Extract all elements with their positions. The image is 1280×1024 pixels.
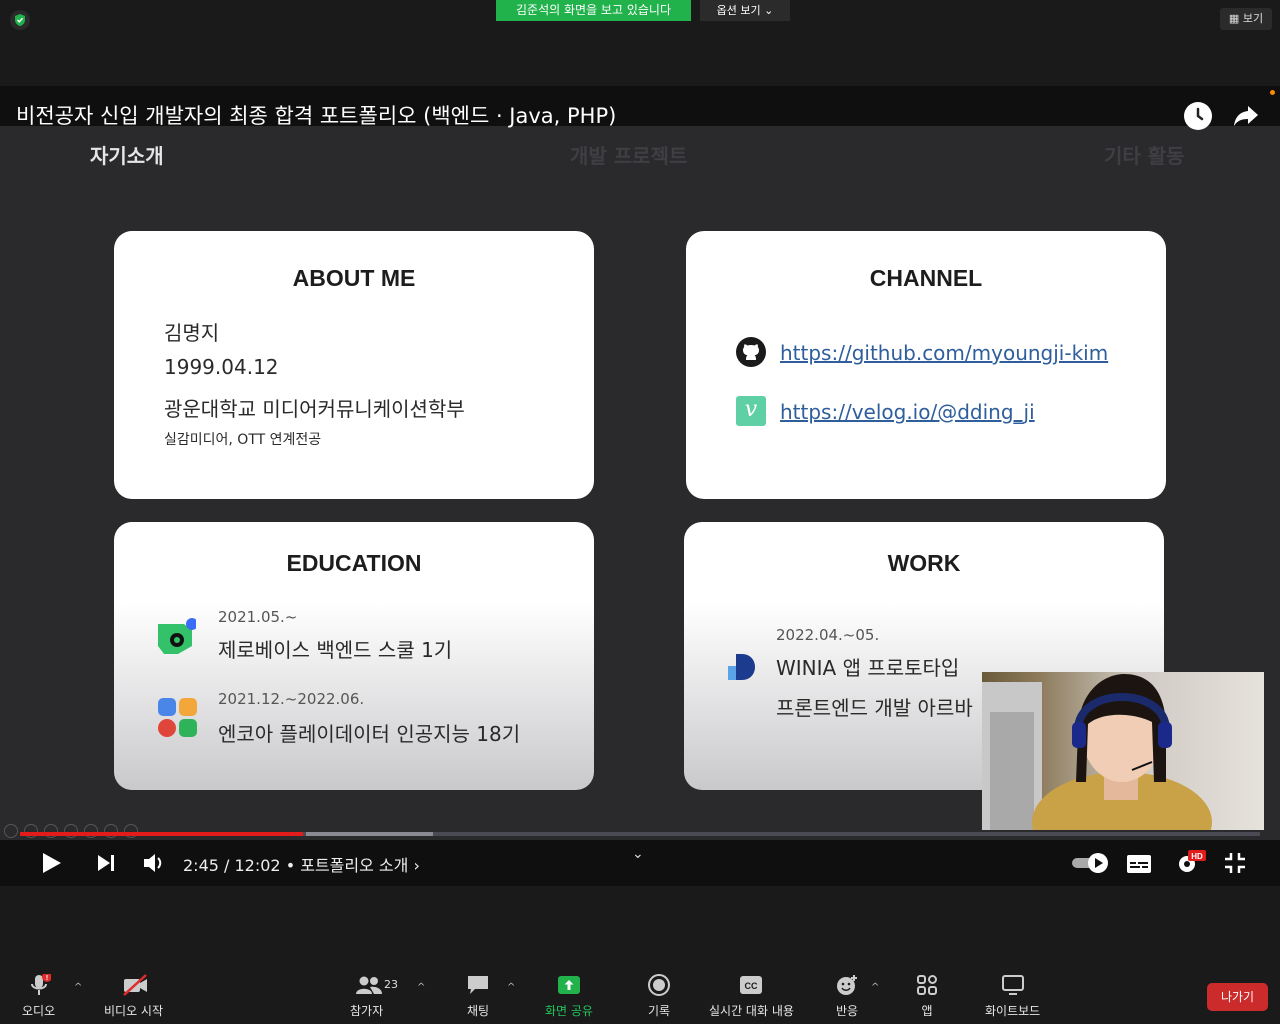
shield-icon[interactable] <box>10 10 30 30</box>
participants-icon <box>355 974 382 996</box>
player-controls: 2:45 / 12:02 • 포트폴리오 소개 › ⌄ HD <box>0 840 1280 886</box>
chevron-down-icon: ⌄ <box>764 4 774 17</box>
share-screen-label: 화면 공유 <box>545 1004 593 1018</box>
slide-tab-intro: 자기소개 <box>90 144 164 168</box>
about-birth: 1999.04.12 <box>164 355 279 379</box>
play-icon[interactable] <box>40 852 62 878</box>
chat-button[interactable]: 채팅 <box>466 974 490 1019</box>
education-title: EDUCATION <box>286 550 422 576</box>
github-link[interactable]: https://github.com/myoungji-kim <box>780 341 1108 365</box>
svg-text:CC: CC <box>745 981 758 991</box>
winia-logo-icon <box>726 652 756 682</box>
audio-label: 오디오 <box>22 1004 56 1018</box>
next-icon[interactable] <box>96 853 116 877</box>
education-card: EDUCATION 2021.05.~ 제로베이스 백엔드 스쿨 1기 2021… <box>114 522 594 790</box>
work-date: 2022.04.~05. <box>776 626 880 644</box>
video-off-icon <box>122 974 147 996</box>
share-screen-button[interactable]: 화면 공유 <box>545 974 593 1019</box>
velog-icon: v <box>736 396 766 426</box>
exit-fullscreen-icon[interactable] <box>1224 852 1246 878</box>
slide-tab-etc: 기타 활동 <box>1104 144 1185 168</box>
channel-title: CHANNEL <box>869 265 983 291</box>
education-date-1: 2021.05.~ <box>218 608 298 626</box>
about-name: 김명지 <box>164 321 220 345</box>
view-button-label: 보기 <box>1242 12 1264 25</box>
record-label: 기록 <box>647 1004 671 1018</box>
velog-link[interactable]: https://velog.io/@dding_ji <box>780 400 1035 424</box>
time-value: 2:45 / 12:02 <box>183 856 281 875</box>
github-icon <box>736 337 766 367</box>
share-screen-icon <box>557 974 581 996</box>
audio-caret-icon[interactable]: ^ <box>74 982 82 993</box>
whiteboard-icon <box>1001 974 1025 996</box>
svg-text:HD: HD <box>1191 852 1203 861</box>
education-name-2: 엔코아 플레이데이터 인공지능 18기 <box>218 722 521 746</box>
channel-card: CHANNEL https://github.com/myoungji-kim … <box>686 231 1166 499</box>
live-transcript-button[interactable]: CC 실시간 대화 내용 <box>709 974 794 1019</box>
volume-icon[interactable] <box>142 852 166 878</box>
record-icon <box>647 974 671 996</box>
participants-count: 23 <box>384 978 398 991</box>
share-icon[interactable] <box>1232 104 1260 128</box>
chapter-link[interactable]: • 포트폴리오 소개 › <box>286 856 420 875</box>
slide-tab-projects: 개발 프로젝트 <box>570 144 688 168</box>
view-button[interactable]: ▦ 보기 <box>1220 8 1272 30</box>
chat-caret-icon[interactable]: ^ <box>507 982 515 993</box>
apps-icon <box>915 974 939 996</box>
reaction-caret-icon[interactable]: ^ <box>871 982 879 993</box>
zoom-toolbar: ! 오디오 ^ 비디오 시작 참가자 23 ^ 채팅 ^ 화면 공유 기록 CC… <box>0 886 1280 1024</box>
webcam-overlay <box>982 672 1264 830</box>
participants-caret-icon[interactable]: ^ <box>417 982 425 993</box>
live-transcript-label: 실시간 대화 내용 <box>709 1004 794 1018</box>
start-video-button[interactable]: 비디오 시작 <box>104 974 163 1019</box>
zerobase-logo-icon <box>158 618 198 656</box>
education-name-1: 제로베이스 백엔드 스쿨 1기 <box>218 638 453 662</box>
notification-dot <box>1270 90 1275 95</box>
whiteboard-label: 화이트보드 <box>985 1004 1041 1018</box>
start-video-label: 비디오 시작 <box>104 1004 164 1018</box>
svg-text:!: ! <box>45 975 47 982</box>
view-options-label: 옵션 보기 <box>716 4 761 17</box>
participants-button[interactable]: 참가자 <box>350 974 383 1019</box>
reaction-button[interactable]: 반응 <box>835 974 859 1019</box>
work-line-2: 프론트엔드 개발 아르바 <box>776 696 973 720</box>
shared-screen: 비전공자 신입 개발자의 최종 합격 포트폴리오 (백엔드 · Java, PH… <box>0 86 1280 886</box>
view-options-button[interactable]: 옵션 보기 ⌄ <box>700 0 790 21</box>
time-display: 2:45 / 12:02 • 포트폴리오 소개 › <box>183 852 420 876</box>
work-line-1: WINIA 앱 프로토타입 <box>776 656 960 680</box>
leave-button[interactable]: 나가기 <box>1207 983 1268 1011</box>
mic-icon: ! <box>27 972 52 996</box>
playdata-logo-icon <box>158 698 198 738</box>
sharing-banner: 김준석의 화면을 보고 있습니다 <box>496 0 691 21</box>
audio-button[interactable]: ! 오디오 <box>22 972 56 1019</box>
chat-label: 채팅 <box>466 1004 490 1018</box>
participants-label: 참가자 <box>350 1004 384 1018</box>
zoom-top-bar: 김준석의 화면을 보고 있습니다 옵션 보기 ⌄ ▦ 보기 <box>0 0 1280 86</box>
grid-icon: ▦ <box>1228 12 1240 25</box>
about-major: 실감미디어, OTT 연계전공 <box>164 432 322 448</box>
autoplay-toggle[interactable] <box>1070 852 1110 878</box>
apps-label: 앱 <box>921 1004 933 1018</box>
chat-icon <box>466 974 490 996</box>
progress-bar-buffered <box>306 832 433 836</box>
progress-bar-played <box>20 832 303 836</box>
settings-icon[interactable]: HD <box>1176 850 1206 880</box>
chevron-down-icon[interactable]: ⌄ <box>632 846 644 862</box>
cc-icon: CC <box>739 974 763 996</box>
apps-button[interactable]: 앱 <box>915 974 939 1019</box>
whiteboard-button[interactable]: 화이트보드 <box>985 974 1040 1019</box>
reaction-label: 반응 <box>835 1004 859 1018</box>
about-me-title: ABOUT ME <box>292 265 416 291</box>
work-title: WORK <box>887 550 961 576</box>
about-school: 광운대학교 미디어커뮤니케이션학부 <box>164 397 465 421</box>
about-me-card: ABOUT ME 김명지 1999.04.12 광운대학교 미디어커뮤니케이션학… <box>114 231 594 499</box>
watch-later-icon[interactable] <box>1184 102 1212 130</box>
video-title[interactable]: 비전공자 신입 개발자의 최종 합격 포트폴리오 (백엔드 · Java, PH… <box>16 100 616 130</box>
subtitles-icon[interactable] <box>1126 854 1152 878</box>
reaction-icon <box>835 974 859 996</box>
record-button[interactable]: 기록 <box>647 974 671 1019</box>
education-date-2: 2021.12.~2022.06. <box>218 690 365 708</box>
